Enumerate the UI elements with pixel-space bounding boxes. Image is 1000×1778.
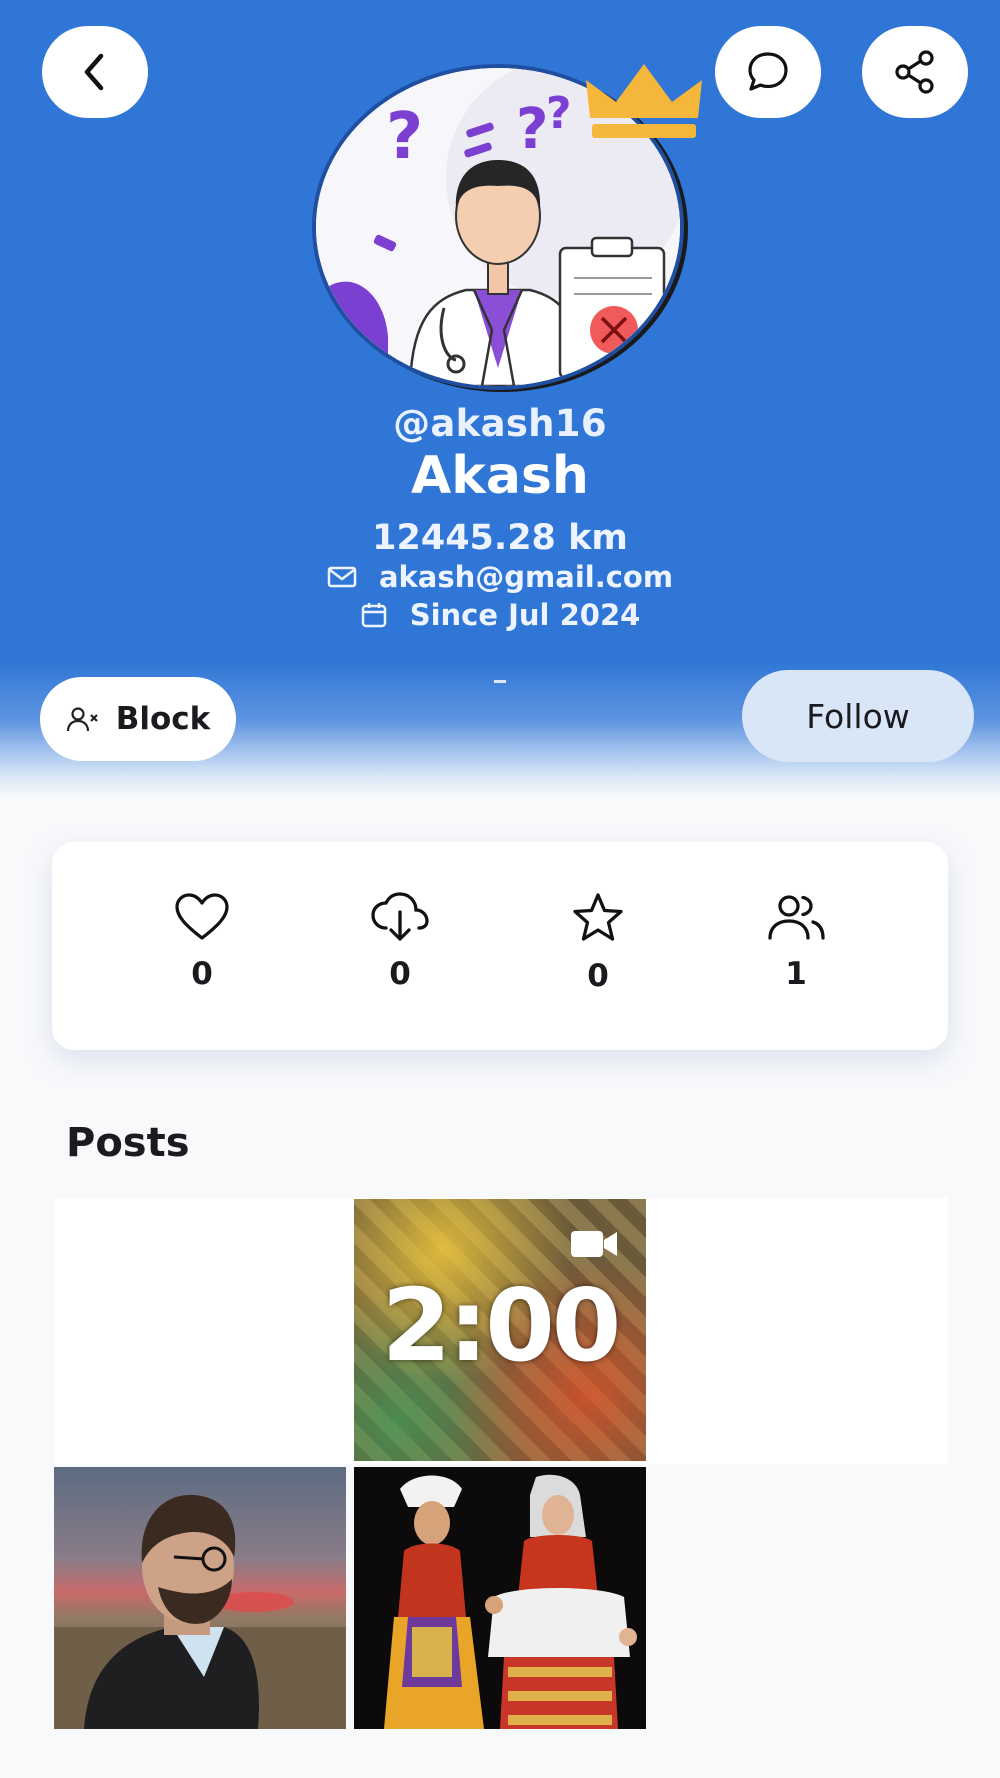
share-button[interactable] [862,26,968,118]
post-video-thumbnail[interactable]: 2:00 [354,1199,646,1461]
since-row: Since Jul 2024 [0,598,1000,632]
follow-label: Follow [806,696,910,736]
stat-followers-value: 1 [785,956,807,992]
cloud-download-icon [371,892,429,941]
stat-downloads[interactable]: 0 [340,892,460,1002]
post-photo-dancers[interactable] [354,1467,646,1729]
profile-name: Akash [411,446,589,506]
video-timer-text: 2:00 [381,1267,622,1384]
stat-favorites-value: 0 [587,958,609,994]
stat-likes[interactable]: 0 [142,892,262,1002]
stat-downloads-value: 0 [389,956,411,992]
profile-bio [494,680,506,683]
star-icon [573,893,623,941]
user-block-icon [66,707,98,732]
profile-username: @akash16 [393,402,607,445]
calendar-icon [361,603,386,628]
post-photo-portrait[interactable] [54,1467,346,1729]
video-camera-icon [571,1231,617,1257]
svg-text:?: ? [516,97,548,162]
block-button[interactable]: Block [40,677,236,761]
stat-likes-value: 0 [191,956,213,992]
block-label: Block [115,701,211,737]
stat-favorites[interactable]: 0 [538,892,658,1002]
portrait-image [54,1494,346,1729]
profile-since: Since Jul 2024 [409,598,641,632]
svg-text:?: ? [546,88,572,139]
email-row: akash@gmail.com [0,560,1000,594]
crown-icon [586,64,702,138]
chat-bubble-icon [748,52,788,91]
heart-icon [175,893,229,940]
mail-icon [327,566,357,588]
users-icon [768,895,825,940]
profile-distance: 12445.28 km [372,518,628,558]
follow-button[interactable]: Follow [742,670,974,762]
dancers-image [354,1467,646,1729]
chevron-left-icon [84,53,104,91]
stat-followers[interactable]: 1 [736,892,856,1002]
back-button[interactable] [42,26,148,118]
svg-text:?: ? [386,100,423,174]
posts-title: Posts [66,1120,190,1166]
message-button[interactable] [715,26,821,118]
profile-email: akash@gmail.com [378,560,674,594]
stats-card: 0 0 0 1 [52,842,948,1050]
share-icon [895,50,934,94]
